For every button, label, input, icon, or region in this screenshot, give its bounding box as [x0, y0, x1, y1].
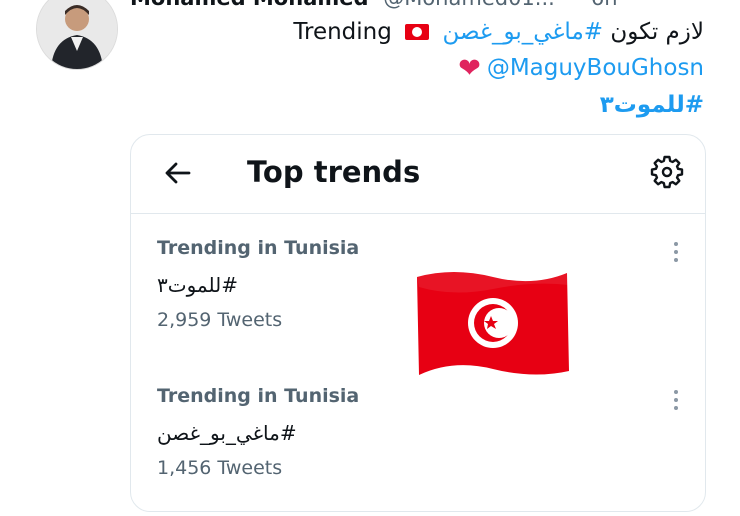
hashtag-link[interactable]: #ماغي_بو_غصن	[442, 19, 603, 45]
avatar-photo	[37, 0, 117, 69]
mention-link[interactable]: @MaguyBouGhosn	[487, 55, 704, 81]
tweet-header: Mohamed Mohamed @Mohamed01... · 6h	[130, 0, 730, 12]
back-arrow-icon[interactable]	[161, 157, 193, 189]
trend-hashtag: #ماغي_بو_غصن	[157, 421, 297, 445]
author-handle[interactable]: @Mohamed01...	[383, 0, 555, 10]
tweet-line-1: Trending لازم تكون #ماغي_بو_غصن	[144, 14, 704, 50]
more-icon[interactable]	[673, 389, 679, 411]
tweet-line-3: #للموت٣	[144, 87, 704, 123]
trend-context: Trending in Tunisia	[157, 237, 360, 259]
page-title: Top trends	[247, 155, 421, 189]
trend-count: 1,456 Tweets	[157, 457, 283, 479]
tweet-timestamp[interactable]: 6h	[591, 0, 618, 10]
heart-icon: ❤	[458, 53, 481, 84]
tweet-line-2: ❤ @MaguyBouGhosn	[144, 50, 704, 87]
tweet-line-1-rtl: لازم تكون #ماغي_بو_غصن	[442, 19, 704, 45]
tweet-prefix-text: لازم تكون	[610, 19, 704, 45]
trend-item[interactable]: Trending in Tunisia #ماغي_بو_غصن 1,456 T…	[157, 385, 597, 479]
separator: ·	[570, 0, 577, 10]
tweet-text: Trending لازم تكون #ماغي_بو_غصن ❤ @MaguyB…	[144, 14, 704, 123]
more-icon[interactable]	[673, 241, 679, 263]
trend-context: Trending in Tunisia	[157, 385, 360, 407]
card-header: Top trends	[131, 135, 705, 214]
gear-icon[interactable]	[649, 154, 685, 190]
trending-word: Trending	[293, 19, 392, 45]
tunisia-flag-icon	[405, 24, 430, 40]
tunisia-flag-icon	[417, 272, 569, 375]
hashtag-link-2[interactable]: #للموت٣	[600, 92, 704, 118]
top-trends-card[interactable]: Top trends Trending in Tunisia #للموت٣ 2…	[130, 134, 706, 512]
author-name[interactable]: Mohamed Mohamed	[130, 0, 369, 10]
avatar[interactable]	[36, 0, 118, 70]
